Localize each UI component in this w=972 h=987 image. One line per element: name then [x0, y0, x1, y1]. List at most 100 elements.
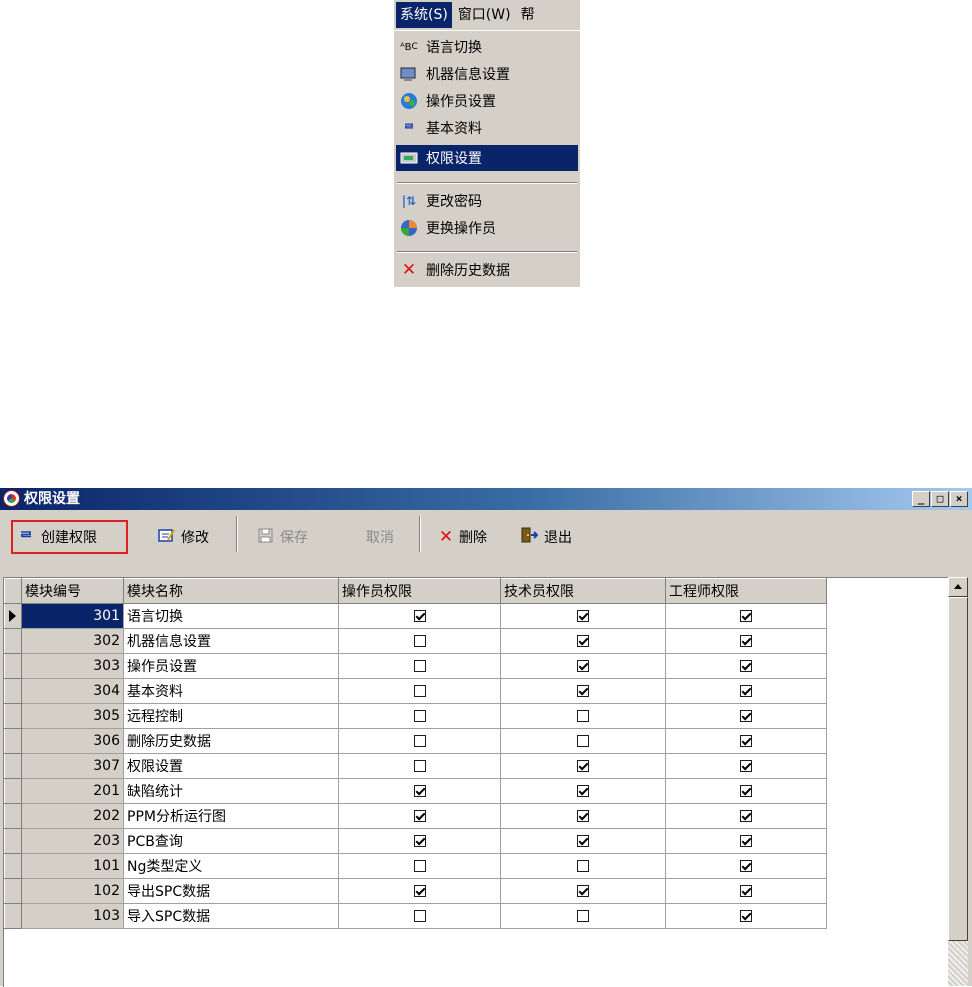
module-id-cell[interactable]: 307	[21, 753, 124, 779]
module-id-cell[interactable]: 203	[21, 828, 124, 854]
module-name-cell[interactable]: PPM分析运行图	[123, 803, 339, 829]
operator-permission-checkbox[interactable]	[413, 785, 426, 797]
technician-permission-checkbox[interactable]	[577, 685, 589, 697]
row-indicator[interactable]	[4, 603, 22, 629]
module-name-cell[interactable]: 操作员设置	[123, 653, 339, 679]
technician-permission-checkbox[interactable]	[577, 610, 589, 622]
modify-button[interactable]: 修改	[157, 523, 209, 551]
operator-permission-checkbox[interactable]	[413, 660, 426, 672]
table-row[interactable]: 103 导入SPC数据	[4, 903, 827, 929]
technician-permission-checkbox[interactable]	[577, 785, 589, 797]
module-name-cell[interactable]: 导出SPC数据	[123, 878, 339, 904]
menu-help[interactable]: 帮	[517, 2, 539, 28]
module-name-cell[interactable]: 权限设置	[123, 753, 339, 779]
operator-permission-checkbox[interactable]	[413, 610, 426, 622]
technician-permission-checkbox[interactable]	[577, 735, 589, 747]
table-row[interactable]: 201 缺陷统计	[4, 778, 827, 804]
row-indicator[interactable]	[4, 803, 22, 829]
scroll-up-button[interactable]	[948, 577, 968, 597]
row-indicator[interactable]	[4, 903, 22, 929]
technician-permission-checkbox[interactable]	[577, 910, 589, 922]
engineer-permission-checkbox[interactable]	[740, 635, 752, 647]
row-indicator[interactable]	[4, 703, 22, 729]
technician-permission-checkbox[interactable]	[577, 635, 589, 647]
operator-permission-checkbox[interactable]	[413, 860, 426, 872]
row-indicator[interactable]	[4, 678, 22, 704]
menu-window[interactable]: 窗口(W)	[454, 2, 515, 28]
module-name-cell[interactable]: 导入SPC数据	[123, 903, 339, 929]
operator-permission-checkbox[interactable]	[413, 810, 426, 822]
engineer-permission-checkbox[interactable]	[740, 785, 752, 797]
menu-item-language[interactable]: ᴬB C 语言切换	[396, 34, 578, 60]
engineer-permission-checkbox[interactable]	[740, 685, 752, 697]
module-id-cell[interactable]: 202	[21, 803, 124, 829]
menu-item-operator-settings[interactable]: 操作员设置	[396, 88, 578, 114]
engineer-permission-checkbox[interactable]	[740, 810, 752, 822]
operator-permission-checkbox[interactable]	[413, 835, 426, 847]
engineer-permission-checkbox[interactable]	[740, 735, 752, 747]
operator-permission-checkbox[interactable]	[413, 710, 426, 722]
menu-item-change-password[interactable]: |⇅ 更改密码	[396, 188, 578, 214]
minimize-button[interactable]: _	[912, 491, 930, 507]
menu-item-machine-info[interactable]: 机器信息设置	[396, 61, 578, 87]
column-header-technician-permission[interactable]: 技术员权限	[500, 578, 666, 604]
operator-permission-checkbox[interactable]	[413, 910, 426, 922]
module-id-cell[interactable]: 103	[21, 903, 124, 929]
column-header-engineer-permission[interactable]: 工程师权限	[665, 578, 827, 604]
module-name-cell[interactable]: 缺陷统计	[123, 778, 339, 804]
module-id-cell[interactable]: 303	[21, 653, 124, 679]
technician-permission-checkbox[interactable]	[577, 835, 589, 847]
table-row[interactable]: 203 PCB查询	[4, 828, 827, 854]
table-row[interactable]: 101 Ng类型定义	[4, 853, 827, 879]
row-indicator[interactable]	[4, 853, 22, 879]
menu-item-delete-history[interactable]: ✕ 删除历史数据	[396, 257, 578, 283]
module-id-cell[interactable]: 102	[21, 878, 124, 904]
close-button[interactable]: ×	[950, 491, 968, 507]
engineer-permission-checkbox[interactable]	[740, 760, 752, 772]
table-row[interactable]: 306 删除历史数据	[4, 728, 827, 754]
module-id-cell[interactable]: 301	[21, 603, 124, 629]
table-row[interactable]: 302 机器信息设置	[4, 628, 827, 654]
scroll-thumb[interactable]	[948, 597, 968, 941]
engineer-permission-checkbox[interactable]	[740, 860, 752, 872]
engineer-permission-checkbox[interactable]	[740, 835, 752, 847]
operator-permission-checkbox[interactable]	[413, 635, 426, 647]
module-id-cell[interactable]: 305	[21, 703, 124, 729]
module-name-cell[interactable]: 远程控制	[123, 703, 339, 729]
operator-permission-checkbox[interactable]	[413, 685, 426, 697]
operator-permission-checkbox[interactable]	[413, 885, 426, 897]
column-header-module-name[interactable]: 模块名称	[123, 578, 339, 604]
engineer-permission-checkbox[interactable]	[740, 910, 752, 922]
vertical-scrollbar[interactable]	[948, 577, 968, 986]
table-row[interactable]: 102 导出SPC数据	[4, 878, 827, 904]
row-indicator[interactable]	[4, 778, 22, 804]
technician-permission-checkbox[interactable]	[577, 860, 589, 872]
row-indicator[interactable]	[4, 828, 22, 854]
engineer-permission-checkbox[interactable]	[740, 610, 752, 622]
operator-permission-checkbox[interactable]	[413, 760, 426, 772]
engineer-permission-checkbox[interactable]	[740, 710, 752, 722]
table-row[interactable]: 303 操作员设置	[4, 653, 827, 679]
module-name-cell[interactable]: 基本资料	[123, 678, 339, 704]
menu-system[interactable]: 系统(S)	[396, 2, 452, 28]
save-button[interactable]: 保存	[256, 523, 308, 551]
module-name-cell[interactable]: PCB查询	[123, 828, 339, 854]
table-row[interactable]: 307 权限设置	[4, 753, 827, 779]
module-id-cell[interactable]: 306	[21, 728, 124, 754]
maximize-button[interactable]: □	[931, 491, 949, 507]
module-id-cell[interactable]: 302	[21, 628, 124, 654]
table-row[interactable]: 202 PPM分析运行图	[4, 803, 827, 829]
create-permission-button[interactable]: ᄅ 创建权限	[11, 520, 128, 554]
table-row[interactable]: 305 远程控制	[4, 703, 827, 729]
cancel-button[interactable]: 取消	[366, 523, 394, 551]
module-name-cell[interactable]: Ng类型定义	[123, 853, 339, 879]
delete-button[interactable]: ✕ 删除	[437, 523, 487, 551]
operator-permission-checkbox[interactable]	[413, 735, 426, 747]
row-indicator[interactable]	[4, 653, 22, 679]
technician-permission-checkbox[interactable]	[577, 660, 589, 672]
technician-permission-checkbox[interactable]	[577, 885, 589, 897]
module-id-cell[interactable]: 101	[21, 853, 124, 879]
technician-permission-checkbox[interactable]	[577, 810, 589, 822]
row-indicator[interactable]	[4, 628, 22, 654]
row-indicator[interactable]	[4, 878, 22, 904]
